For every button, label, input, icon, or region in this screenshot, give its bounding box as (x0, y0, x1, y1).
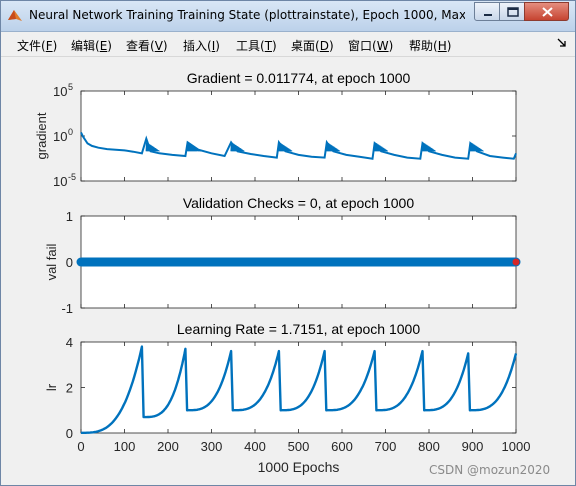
y-axis-label: lr (44, 383, 59, 391)
x-tick-label: 200 (157, 439, 179, 454)
x-axis-label: 1000 Epochs (258, 459, 340, 475)
x-tick-label: 700 (375, 439, 397, 454)
x-tick-label: 100 (114, 439, 136, 454)
x-tick-label: 400 (244, 439, 266, 454)
y-axis-label: val fail (44, 243, 59, 280)
y-tick-label: -1 (61, 301, 73, 316)
x-tick-label: 300 (201, 439, 223, 454)
y-tick-label: 1 (66, 209, 73, 224)
y-tick-exponent: 0 (68, 127, 73, 137)
axes-title: Learning Rate = 1.7151, at epoch 1000 (177, 321, 420, 337)
final-epoch-marker (512, 258, 520, 266)
y-tick-label: 2 (66, 381, 73, 396)
x-tick-label: 1000 (502, 439, 531, 454)
axes-title: Validation Checks = 0, at epoch 1000 (183, 195, 415, 211)
training-state-figure: Gradient = 0.011774, at epoch 1000 gradie… (34, 70, 531, 475)
axes-box (80, 341, 517, 434)
x-tick-label: 600 (331, 439, 353, 454)
figure-window: Neural Network Training Training State (… (0, 0, 576, 486)
y-tick-label: 10 (53, 129, 67, 144)
axes-3 (80, 341, 517, 434)
y-tick-label: 0 (66, 426, 73, 441)
y-axis-label: gradient (34, 112, 49, 159)
y-tick-exponent: -5 (68, 172, 76, 182)
x-tick-label: 800 (418, 439, 440, 454)
y-tick-label: 10 (53, 174, 67, 189)
y-tick-label: 4 (66, 335, 73, 350)
x-tick-label: 500 (288, 439, 310, 454)
axes-title: Gradient = 0.011774, at epoch 1000 (187, 70, 411, 86)
y-tick-label: 10 (53, 84, 67, 99)
y-tick-label: 0 (66, 255, 73, 270)
x-tick-label: 0 (77, 439, 84, 454)
watermark: CSDN @mozun2020 (429, 463, 551, 477)
x-tick-label: 900 (462, 439, 484, 454)
y-tick-exponent: 5 (68, 82, 73, 92)
